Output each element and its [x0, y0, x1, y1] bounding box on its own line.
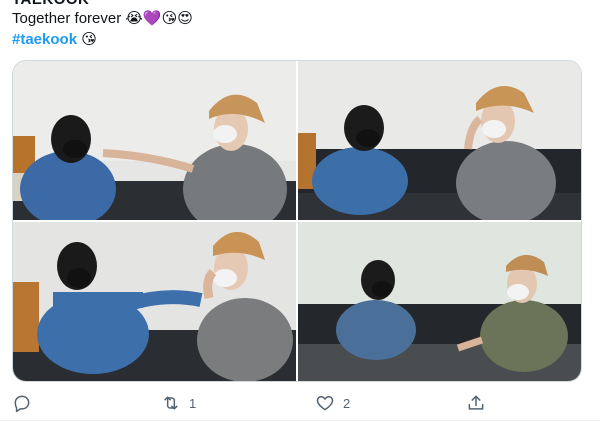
- reply-icon: [14, 395, 30, 413]
- tweet-caption: Together forever: [12, 10, 126, 27]
- like-count: 2: [343, 395, 351, 411]
- like-button[interactable]: 2: [315, 389, 350, 417]
- photo-1-image: [13, 61, 296, 220]
- share-icon: [468, 395, 484, 410]
- hashtag-link[interactable]: #taekook: [12, 31, 77, 48]
- retweet-count: 1: [189, 395, 197, 411]
- tweet-text: Together forever 😭💜😘😍 #taekook 😘: [12, 8, 193, 50]
- tweet-actions: 1 2: [12, 389, 580, 417]
- share-button[interactable]: [466, 389, 494, 417]
- divider: [0, 420, 600, 421]
- author-name-partial[interactable]: TAEKOOK: [12, 0, 89, 8]
- photo-4[interactable]: [298, 222, 581, 381]
- photo-2-image: [298, 61, 581, 220]
- photo-3[interactable]: [13, 222, 296, 381]
- caption-emojis: 😭💜😘😍: [125, 9, 193, 27]
- photo-4-image: [298, 222, 581, 381]
- photo-1[interactable]: [13, 61, 296, 220]
- photo-3-image: [13, 222, 296, 381]
- heart-icon: [316, 396, 334, 411]
- hashtag-emoji: 😘: [81, 30, 97, 48]
- tweet-line-1: Together forever 😭💜😘😍: [12, 8, 193, 29]
- tweet-line-2: #taekook 😘: [12, 29, 193, 50]
- media-grid: [12, 60, 582, 382]
- retweet-button[interactable]: 1: [161, 389, 196, 417]
- retweet-icon: [164, 396, 178, 410]
- photo-2[interactable]: [298, 61, 581, 220]
- reply-button[interactable]: [12, 389, 40, 417]
